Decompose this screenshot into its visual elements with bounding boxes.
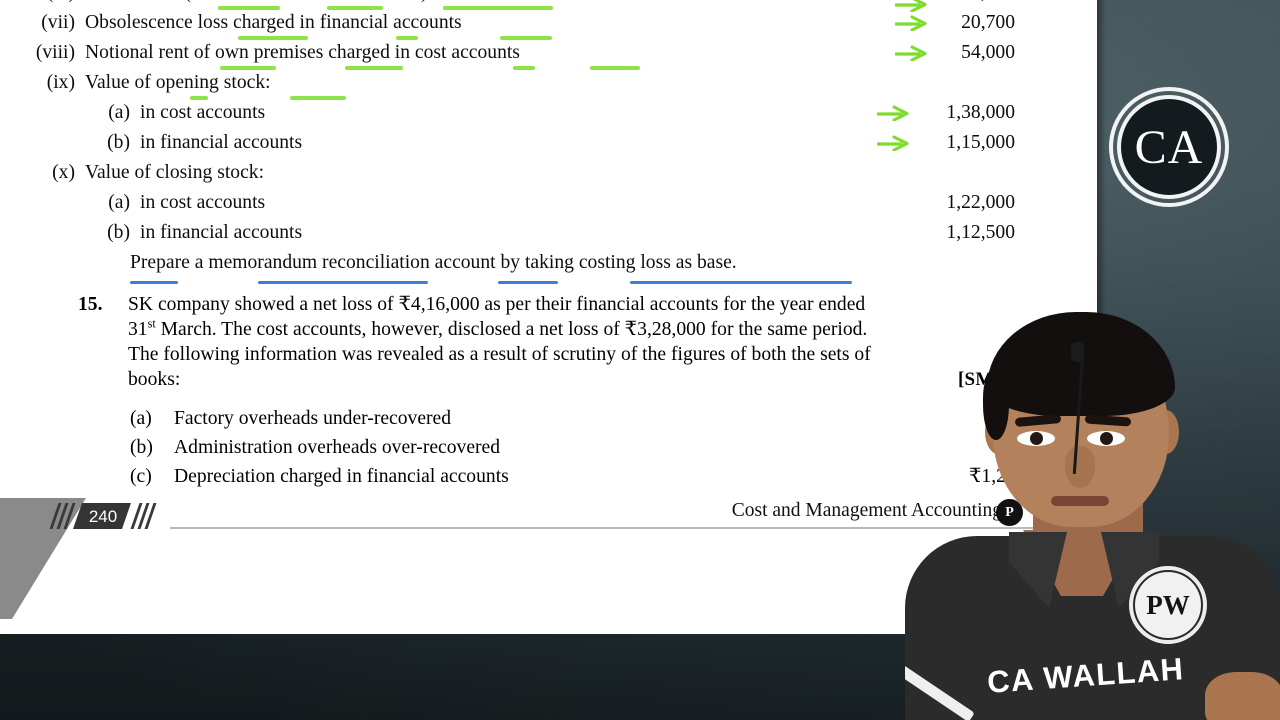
item-numeral: (b) xyxy=(107,132,130,153)
logo-text: CA xyxy=(1134,120,1204,174)
item-numeral: (a) xyxy=(108,192,130,213)
item-text: Obsolescence loss charged in financial a… xyxy=(85,12,462,33)
day-number: 31 xyxy=(128,319,148,340)
hand xyxy=(1205,672,1280,720)
list-item: (b) in financial accounts 1,15,000 xyxy=(0,128,1097,158)
presenter-video-overlay: PW CA WALLAH xyxy=(905,300,1280,720)
blue-underline xyxy=(130,281,178,285)
item-text: Administration overheads over-recovered xyxy=(174,437,501,458)
item-amount: 20,700 xyxy=(961,12,1015,33)
list-item: (b) in financial accounts 1,12,500 xyxy=(0,218,1097,248)
item-text: in cost accounts xyxy=(140,192,266,213)
list-item: (vii) Obsolescence loss charged in finan… xyxy=(0,8,1097,38)
item-label: (b) xyxy=(130,437,153,458)
mouth xyxy=(1051,496,1109,506)
footer-slash-decor-right xyxy=(130,503,157,529)
page-number: 240 xyxy=(88,506,118,526)
item-amount: 54,000 xyxy=(961,42,1015,63)
instruction-text: Prepare a memorandum reconciliation acco… xyxy=(130,252,737,273)
list-item: (viii) Notional rent of own premises cha… xyxy=(0,38,1097,68)
instruction-line: Prepare a memorandum reconciliation acco… xyxy=(0,248,1097,278)
question-number: 15. xyxy=(78,294,103,315)
item-numeral: (a) xyxy=(108,102,130,123)
list-item: (a) in cost accounts 1,38,000 xyxy=(0,98,1097,128)
item-text: Value of opening stock: xyxy=(85,72,271,93)
question-line-1: SK company showed a net loss of ₹4,16,00… xyxy=(128,294,866,315)
blue-underline xyxy=(498,281,558,285)
collar-left xyxy=(1009,532,1067,608)
eye-right xyxy=(1087,431,1125,446)
item-label: (c) xyxy=(130,466,152,487)
item-numeral: (vi) xyxy=(0,0,85,8)
pupil-right xyxy=(1100,432,1113,445)
list-item: (x) Value of closing stock: xyxy=(0,158,1097,188)
item-text: Depreciation charged in financial accoun… xyxy=(174,466,509,487)
item-text: Notional rent of own premises charged in… xyxy=(85,42,520,63)
question-line-4: books: xyxy=(128,369,181,390)
ca-watermark-logo-icon: CA xyxy=(1109,87,1229,207)
list-item: (a) in cost accounts 1,22,000 xyxy=(0,188,1097,218)
item-amount: 1,38,000 xyxy=(946,102,1015,123)
item-amount: 1,22,000 xyxy=(946,192,1015,213)
question-line-2: 31st March. The cost accounts, however, … xyxy=(128,317,1038,342)
item-numeral: (vii) xyxy=(41,12,75,33)
question-line-2-rest: March. The cost accounts, however, discl… xyxy=(155,319,868,340)
eye-left xyxy=(1017,431,1055,446)
item-numeral: (b) xyxy=(107,222,130,243)
video-frame: (vi) Transfer fee (credited in financial… xyxy=(0,0,1280,720)
item-numeral: (viii) xyxy=(35,42,75,63)
item-text: in financial accounts xyxy=(140,222,303,243)
item-amount: 1,15,000 xyxy=(946,132,1015,153)
item-text: in financial accounts xyxy=(140,132,303,153)
pw-logo-icon: PW xyxy=(1135,572,1201,638)
blue-underline xyxy=(258,281,428,285)
green-arrow-icon xyxy=(877,135,911,151)
item-text: in cost accounts xyxy=(140,102,266,123)
item-label: (a) xyxy=(130,408,152,429)
item-amount: 1,12,500 xyxy=(946,222,1015,243)
green-arrow-icon xyxy=(895,45,929,61)
item-numeral: (ix) xyxy=(46,72,75,93)
blue-underline xyxy=(630,281,852,285)
item-text: Factory overheads under-recovered xyxy=(174,408,452,429)
item-text: Value of closing stock: xyxy=(85,162,265,183)
document-text-body: (vi) Transfer fee (credited in financial… xyxy=(0,0,1097,285)
question-15: 15. SK company showed a net loss of ₹4,1… xyxy=(78,292,1038,392)
page-number-badge: 240 xyxy=(73,503,131,529)
item-amount: 18,200 xyxy=(961,0,1015,8)
list-item: (ix) Value of opening stock: xyxy=(0,68,1097,98)
nose xyxy=(1065,446,1095,488)
item-numeral: (x) xyxy=(52,162,75,183)
footer-slash-decor-left xyxy=(49,503,76,529)
green-arrow-icon xyxy=(877,105,911,121)
question-line-3: The following information was revealed a… xyxy=(128,344,871,365)
question-body: SK company showed a net loss of ₹4,16,00… xyxy=(128,292,1038,392)
pupil-left xyxy=(1030,432,1043,445)
green-arrow-icon xyxy=(895,15,929,31)
ordinal-suffix: st xyxy=(147,316,156,331)
